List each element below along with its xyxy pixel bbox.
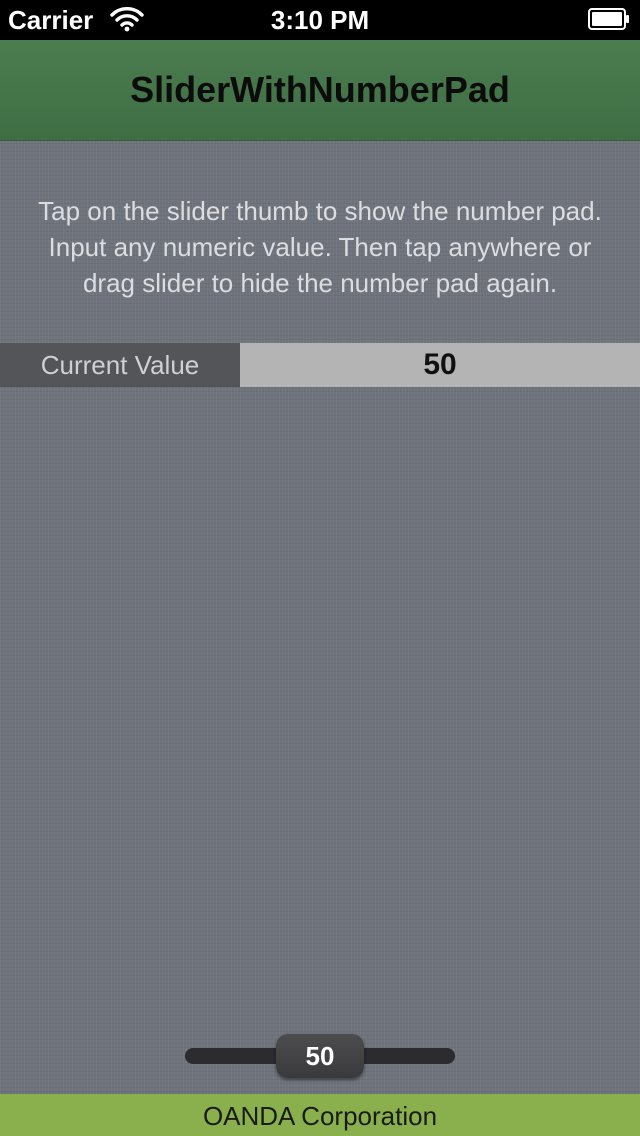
footer-text: OANDA Corporation xyxy=(202,1101,438,1131)
instructions-line: Input any numeric value. Then tap anywhe… xyxy=(48,232,592,262)
navigation-bar: SliderWithNumberPad xyxy=(0,40,640,141)
current-value-label: Current Value xyxy=(0,343,240,387)
status-bar: Carrier 3:10 PM xyxy=(0,0,640,40)
battery-icon xyxy=(588,8,629,30)
instructions-line: Tap on the slider thumb to show the numb… xyxy=(38,196,602,226)
status-time: 3:10 PM xyxy=(270,5,370,35)
current-value-display: 50 xyxy=(240,343,640,387)
nav-title: SliderWithNumberPad xyxy=(130,69,510,110)
current-value-row: Current Value 50 xyxy=(0,343,640,387)
instructions-text: Tap on the slider thumb to show the numb… xyxy=(0,193,640,301)
slider-thumb[interactable]: 50 xyxy=(276,1034,364,1078)
app-screen: Carrier 3:10 PM SliderWithNumberPad Tap … xyxy=(0,0,640,1136)
footer-banner: OANDA Corporation xyxy=(0,1094,640,1136)
instructions-line: drag slider to hide the number pad again… xyxy=(82,268,558,298)
value-slider[interactable]: 50 xyxy=(185,1034,455,1078)
